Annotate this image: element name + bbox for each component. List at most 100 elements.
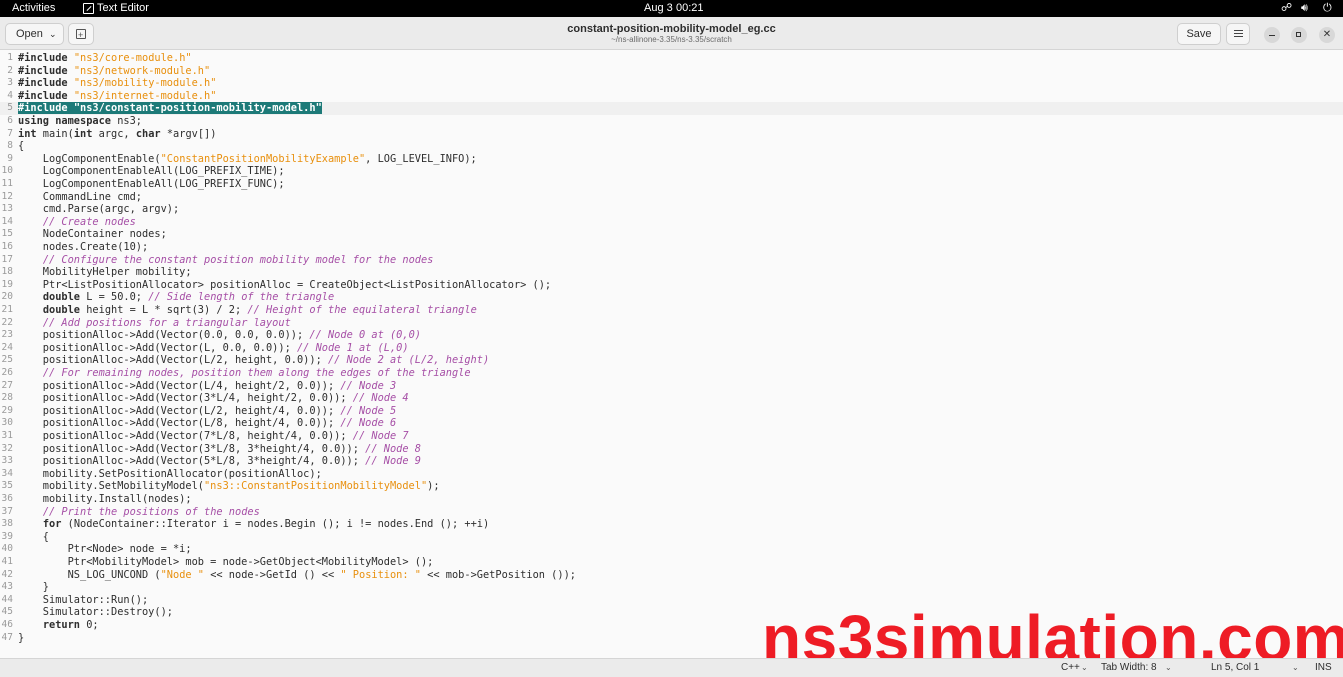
code-line[interactable]: 19 Ptr<ListPositionAllocator> positionAl… bbox=[0, 279, 1343, 292]
code-text[interactable]: positionAlloc->Add(Vector(0.0, 0.0, 0.0)… bbox=[18, 329, 421, 342]
code-text[interactable]: positionAlloc->Add(Vector(L/2, height/4,… bbox=[18, 405, 396, 418]
code-line[interactable]: 40 Ptr<Node> node = *i; bbox=[0, 543, 1343, 556]
code-text[interactable]: #include "ns3/constant-position-mobility… bbox=[18, 102, 322, 115]
code-text[interactable]: // For remaining nodes, position them al… bbox=[18, 367, 471, 380]
code-text[interactable]: positionAlloc->Add(Vector(L/8, height/4,… bbox=[18, 417, 396, 430]
code-line[interactable]: 41 Ptr<MobilityModel> mob = node->GetObj… bbox=[0, 556, 1343, 569]
code-line[interactable]: 3 #include "ns3/mobility-module.h" bbox=[0, 77, 1343, 90]
code-line[interactable]: 38 for (NodeContainer::Iterator i = node… bbox=[0, 518, 1343, 531]
code-line[interactable]: 8{ bbox=[0, 140, 1343, 153]
code-line[interactable]: 10 LogComponentEnableAll(LOG_PREFIX_TIME… bbox=[0, 165, 1343, 178]
code-line[interactable]: 24 positionAlloc->Add(Vector(L, 0.0, 0.0… bbox=[0, 342, 1343, 355]
code-line[interactable]: 23 positionAlloc->Add(Vector(0.0, 0.0, 0… bbox=[0, 329, 1343, 342]
code-text[interactable]: Ptr<MobilityModel> mob = node->GetObject… bbox=[18, 556, 434, 569]
code-text[interactable]: mobility.SetMobilityModel("ns3::Constant… bbox=[18, 480, 440, 493]
code-line[interactable]: 15 NodeContainer nodes; bbox=[0, 228, 1343, 241]
code-text[interactable]: positionAlloc->Add(Vector(L/2, height, 0… bbox=[18, 354, 489, 367]
code-line[interactable]: 2 #include "ns3/network-module.h" bbox=[0, 65, 1343, 78]
language-selector[interactable]: C++ bbox=[1061, 662, 1080, 674]
code-text[interactable]: // Create nodes bbox=[18, 216, 136, 229]
code-line[interactable]: 12 CommandLine cmd; bbox=[0, 191, 1343, 204]
code-text[interactable]: #include "ns3/mobility-module.h" bbox=[18, 77, 216, 90]
volume-icon[interactable]: 🔊︎ bbox=[1301, 2, 1308, 15]
code-text[interactable]: positionAlloc->Add(Vector(L, 0.0, 0.0));… bbox=[18, 342, 409, 355]
save-button[interactable]: Save bbox=[1177, 23, 1221, 45]
code-line[interactable]: 14 // Create nodes bbox=[0, 216, 1343, 229]
code-text[interactable]: Ptr<Node> node = *i; bbox=[18, 543, 192, 556]
code-line[interactable]: 29 positionAlloc->Add(Vector(L/2, height… bbox=[0, 405, 1343, 418]
main-menu-button[interactable] bbox=[1226, 23, 1250, 45]
code-text[interactable]: // Add positions for a triangular layout bbox=[18, 317, 291, 330]
tab-width-selector[interactable]: Tab Width: 8 bbox=[1101, 662, 1157, 674]
code-text[interactable]: { bbox=[18, 140, 24, 153]
code-text[interactable]: nodes.Create(10); bbox=[18, 241, 148, 254]
code-text[interactable]: } bbox=[18, 581, 49, 594]
code-line[interactable]: 17 // Configure the constant position mo… bbox=[0, 254, 1343, 267]
code-line[interactable]: 28 positionAlloc->Add(Vector(3*L/4, heig… bbox=[0, 392, 1343, 405]
code-text[interactable]: NodeContainer nodes; bbox=[18, 228, 167, 241]
code-line[interactable]: 9 LogComponentEnable("ConstantPositionMo… bbox=[0, 153, 1343, 166]
code-text[interactable]: // Print the positions of the nodes bbox=[18, 506, 260, 519]
code-line[interactable]: 16 nodes.Create(10); bbox=[0, 241, 1343, 254]
code-text[interactable]: double L = 50.0; // Side length of the t… bbox=[18, 291, 334, 304]
code-text[interactable]: // Configure the constant position mobil… bbox=[18, 254, 434, 267]
code-line[interactable]: 1 #include "ns3/core-module.h" bbox=[0, 52, 1343, 65]
code-line[interactable]: 26 // For remaining nodes, position them… bbox=[0, 367, 1343, 380]
code-text[interactable]: using namespace ns3; bbox=[18, 115, 142, 128]
code-text[interactable]: mobility.Install(nodes); bbox=[18, 493, 192, 506]
network-icon[interactable]: ☍ bbox=[1281, 2, 1292, 15]
code-line[interactable]: 30 positionAlloc->Add(Vector(L/8, height… bbox=[0, 417, 1343, 430]
close-button[interactable]: ✕ bbox=[1319, 27, 1335, 43]
code-text[interactable]: positionAlloc->Add(Vector(3*L/8, 3*heigh… bbox=[18, 443, 421, 456]
code-line[interactable]: 31 positionAlloc->Add(Vector(7*L/8, heig… bbox=[0, 430, 1343, 443]
code-line[interactable]: 6 using namespace ns3; bbox=[0, 115, 1343, 128]
code-text[interactable]: #include "ns3/internet-module.h" bbox=[18, 90, 216, 103]
code-text[interactable]: LogComponentEnable("ConstantPositionMobi… bbox=[18, 153, 477, 166]
code-line[interactable]: 5 #include "ns3/constant-position-mobilit… bbox=[0, 102, 1343, 115]
clock-time[interactable]: 00:21 bbox=[676, 2, 704, 15]
code-text[interactable]: return 0; bbox=[18, 619, 99, 632]
code-text[interactable]: positionAlloc->Add(Vector(3*L/4, height/… bbox=[18, 392, 409, 405]
code-line[interactable]: 21 double height = L * sqrt(3) / 2; // H… bbox=[0, 304, 1343, 317]
code-line[interactable]: 20 double L = 50.0; // Side length of th… bbox=[0, 291, 1343, 304]
code-line[interactable]: 22 // Add positions for a triangular lay… bbox=[0, 317, 1343, 330]
code-text[interactable]: for (NodeContainer::Iterator i = nodes.B… bbox=[18, 518, 489, 531]
code-line[interactable]: 37 // Print the positions of the nodes bbox=[0, 506, 1343, 519]
code-text[interactable]: LogComponentEnableAll(LOG_PREFIX_TIME); bbox=[18, 165, 285, 178]
cursor-position[interactable]: Ln 5, Col 1 bbox=[1211, 662, 1259, 674]
app-menu-button[interactable]: Text Editor bbox=[97, 2, 149, 15]
code-line[interactable]: 18 MobilityHelper mobility; bbox=[0, 266, 1343, 279]
code-line[interactable]: 43 } bbox=[0, 581, 1343, 594]
code-line[interactable]: 27 positionAlloc->Add(Vector(L/4, height… bbox=[0, 380, 1343, 393]
code-line[interactable]: 4 #include "ns3/internet-module.h" bbox=[0, 90, 1343, 103]
code-text[interactable]: cmd.Parse(argc, argv); bbox=[18, 203, 179, 216]
power-icon[interactable]: ⏻ bbox=[1323, 2, 1332, 15]
code-line[interactable]: 11 LogComponentEnableAll(LOG_PREFIX_FUNC… bbox=[0, 178, 1343, 191]
code-line[interactable]: 13 cmd.Parse(argc, argv); bbox=[0, 203, 1343, 216]
code-text[interactable]: double height = L * sqrt(3) / 2; // Heig… bbox=[18, 304, 477, 317]
code-text[interactable]: int main(int argc, char *argv[]) bbox=[18, 128, 216, 141]
code-text[interactable]: Ptr<ListPositionAllocator> positionAlloc… bbox=[18, 279, 551, 292]
code-line[interactable]: 7 int main(int argc, char *argv[]) bbox=[0, 128, 1343, 141]
code-text[interactable]: #include "ns3/core-module.h" bbox=[18, 52, 192, 65]
code-line[interactable]: 39 { bbox=[0, 531, 1343, 544]
code-text[interactable]: LogComponentEnableAll(LOG_PREFIX_FUNC); bbox=[18, 178, 285, 191]
code-text[interactable]: #include "ns3/network-module.h" bbox=[18, 65, 210, 78]
code-text[interactable]: CommandLine cmd; bbox=[18, 191, 142, 204]
code-text[interactable]: positionAlloc->Add(Vector(5*L/8, 3*heigh… bbox=[18, 455, 421, 468]
code-line[interactable]: 32 positionAlloc->Add(Vector(3*L/8, 3*he… bbox=[0, 443, 1343, 456]
code-text[interactable]: Simulator::Destroy(); bbox=[18, 606, 173, 619]
clock-date[interactable]: Aug 3 bbox=[644, 2, 673, 15]
code-line[interactable]: 25 positionAlloc->Add(Vector(L/2, height… bbox=[0, 354, 1343, 367]
code-text[interactable]: { bbox=[18, 531, 49, 544]
code-editor[interactable]: 1 #include "ns3/core-module.h" 2 #include "… bbox=[0, 50, 1343, 658]
code-text[interactable]: MobilityHelper mobility; bbox=[18, 266, 192, 279]
insert-mode-indicator[interactable]: INS bbox=[1315, 662, 1332, 674]
code-line[interactable]: 34 mobility.SetPositionAllocator(positio… bbox=[0, 468, 1343, 481]
code-line[interactable]: 36 mobility.Install(nodes); bbox=[0, 493, 1343, 506]
code-text[interactable]: } bbox=[18, 632, 24, 645]
code-text[interactable]: Simulator::Run(); bbox=[18, 594, 148, 607]
code-text[interactable]: positionAlloc->Add(Vector(L/4, height/2,… bbox=[18, 380, 396, 393]
activities-button[interactable]: Activities bbox=[12, 2, 55, 15]
code-text[interactable]: positionAlloc->Add(Vector(7*L/8, height/… bbox=[18, 430, 409, 443]
